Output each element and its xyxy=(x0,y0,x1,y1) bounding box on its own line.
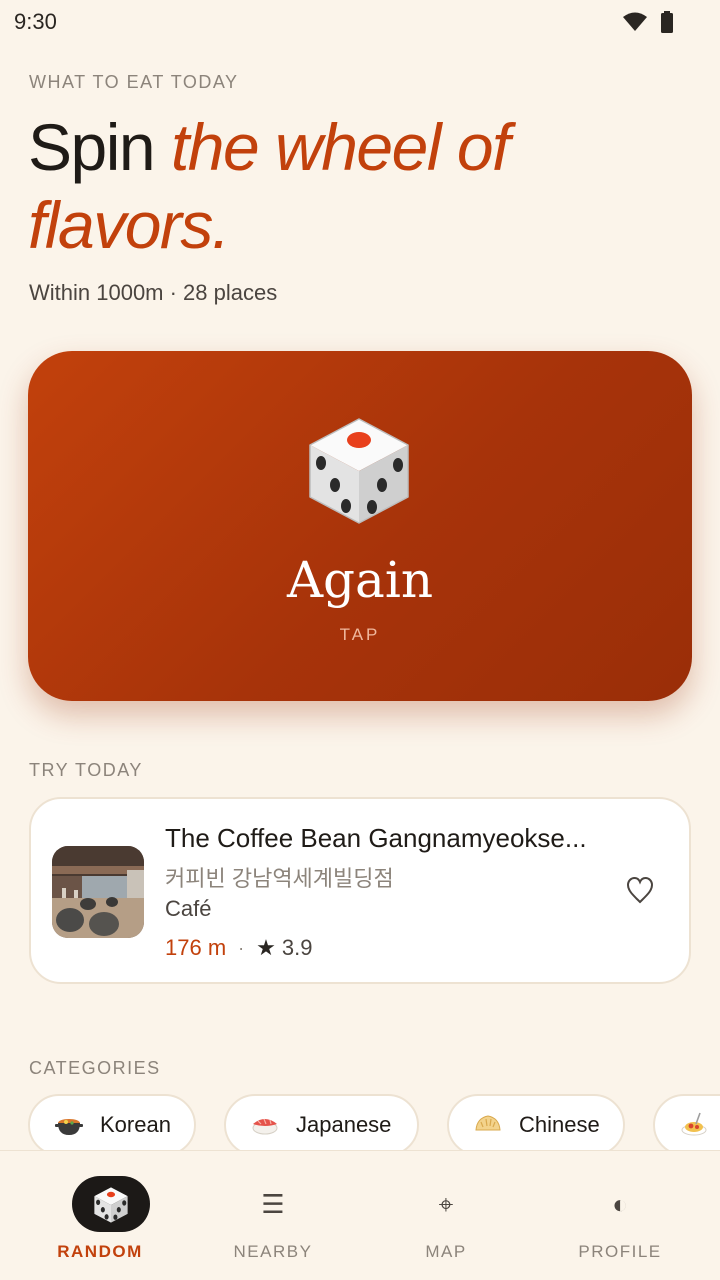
recommended-place-card[interactable]: The Coffee Bean Gangnamyeokse... 커피빈 강남역… xyxy=(29,797,691,984)
battery-icon xyxy=(661,11,673,33)
spaghetti-icon xyxy=(681,1112,707,1136)
status-time: 9:30 xyxy=(14,9,57,34)
nav-label-random: RANDOM xyxy=(57,1242,143,1261)
nav-label-map: MAP xyxy=(425,1242,467,1261)
meta-separator: · xyxy=(238,937,245,958)
category-chip-korean[interactable]: Korean xyxy=(28,1094,196,1156)
try-today-heading: TRY TODAY xyxy=(29,760,143,780)
nav-item-random[interactable]: RANDOM xyxy=(10,1151,190,1280)
profile-icon: ◐ xyxy=(612,1189,628,1219)
spin-again-button[interactable]: Again TAP xyxy=(28,351,692,701)
place-category: Café xyxy=(165,896,212,921)
bottom-nav: RANDOM ☰ NEARBY ⌖ MAP ◐ PROFILE xyxy=(0,1150,720,1280)
category-chip-row: Korean Japanese Chinese xyxy=(28,1094,720,1156)
sushi-icon xyxy=(252,1118,278,1135)
dumpling-icon xyxy=(475,1115,501,1131)
nav-item-map[interactable]: ⌖ MAP xyxy=(356,1151,536,1280)
category-chip-chinese[interactable]: Chinese xyxy=(447,1094,625,1156)
chip-label: Japanese xyxy=(296,1112,392,1137)
list-icon: ☰ xyxy=(261,1189,285,1219)
nav-label-nearby: NEARBY xyxy=(233,1242,313,1261)
categories-heading: CATEGORIES xyxy=(29,1058,161,1078)
wifi-icon xyxy=(623,12,647,31)
status-bar: 9:30 xyxy=(0,0,720,44)
search-radius-summary: Within 1000m · 28 places xyxy=(29,280,278,305)
chip-label: Korean xyxy=(100,1112,171,1137)
page-eyebrow: WHAT TO EAT TODAY xyxy=(29,72,239,92)
map-crosshair-icon: ⌖ xyxy=(438,1189,454,1219)
heart-outline-icon[interactable] xyxy=(625,875,655,905)
hot-pot-icon xyxy=(55,1119,83,1135)
spin-label: Again xyxy=(286,551,434,609)
chip-label: Chinese xyxy=(519,1112,600,1137)
place-local-name: 커피빈 강남역세계빌딩점 xyxy=(165,866,394,891)
place-meta: 176 m · ★ 3.9 xyxy=(165,935,312,961)
place-photo xyxy=(52,846,144,938)
spin-sublabel: TAP xyxy=(339,625,381,644)
dice-icon xyxy=(94,1187,128,1223)
title-plain: Spin xyxy=(28,110,156,184)
category-chip-western[interactable] xyxy=(653,1094,720,1156)
nav-label-profile: PROFILE xyxy=(578,1242,662,1261)
nav-item-profile[interactable]: ◐ PROFILE xyxy=(530,1151,710,1280)
page-title: Spin the wheel of flavors. xyxy=(28,108,668,264)
category-chip-japanese[interactable]: Japanese xyxy=(224,1094,419,1156)
status-icons xyxy=(622,11,674,33)
star-icon: ★ xyxy=(256,935,276,960)
place-rating: 3.9 xyxy=(281,935,313,960)
place-name: The Coffee Bean Gangnamyeokse... xyxy=(165,823,587,853)
place-distance: 176 m xyxy=(165,935,227,960)
nav-item-nearby[interactable]: ☰ NEARBY xyxy=(183,1151,363,1280)
dice-icon xyxy=(309,418,409,524)
